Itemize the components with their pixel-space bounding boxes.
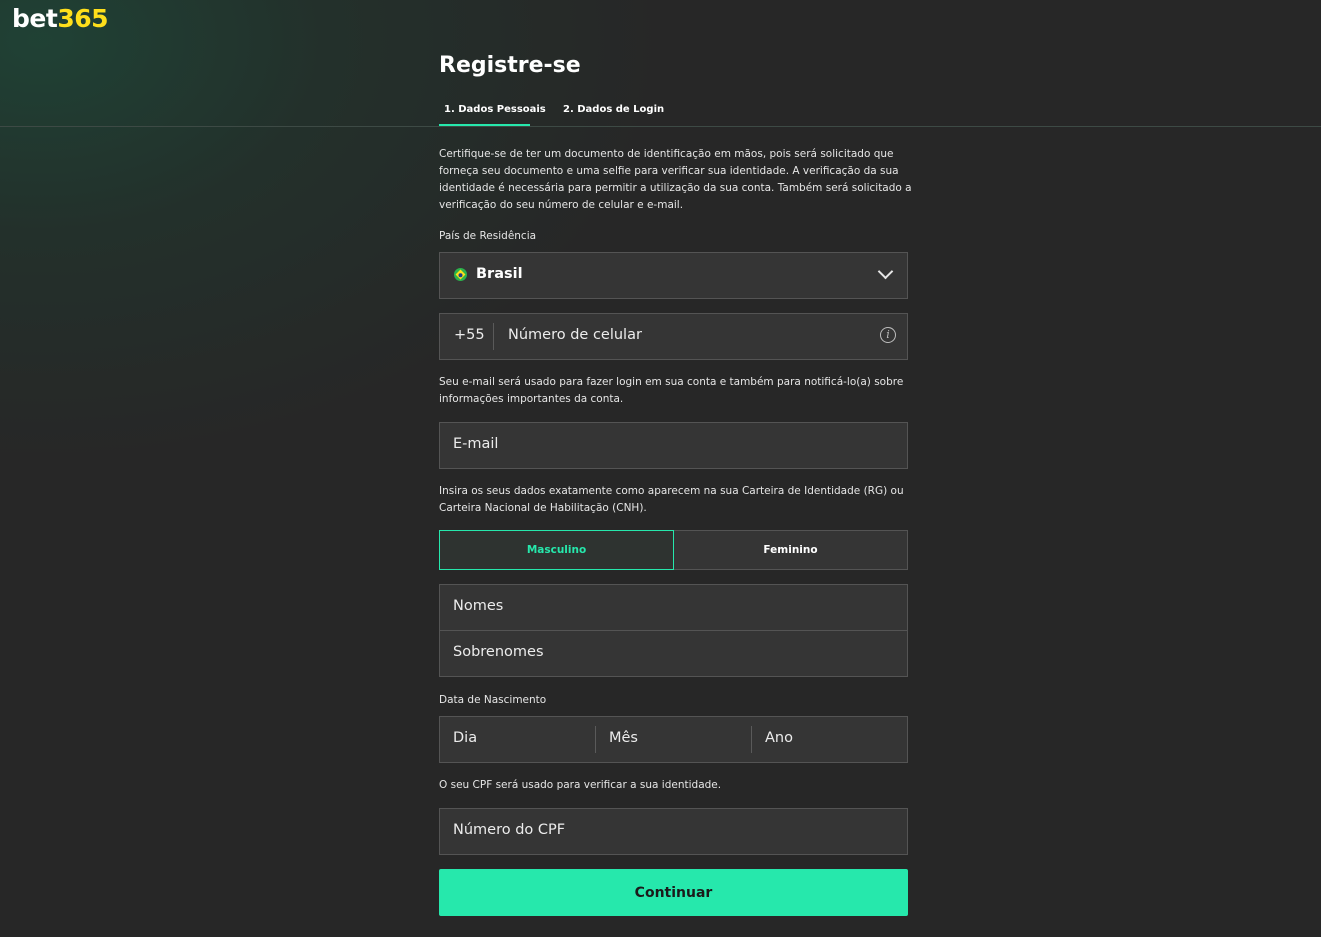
last-names-input[interactable]: Sobrenomes	[453, 644, 544, 660]
cpf-field[interactable]: Número do CPF	[439, 808, 908, 855]
tab-personal-data[interactable]: 1. Dados Pessoais	[444, 104, 546, 115]
dob-month-field[interactable]: Mês	[596, 717, 751, 762]
cpf-input[interactable]: Número do CPF	[453, 822, 565, 838]
email-input[interactable]: E-mail	[453, 436, 498, 452]
first-names-field[interactable]: Nomes	[440, 585, 907, 630]
logo-text-bet: bet	[12, 4, 58, 33]
phone-divider	[493, 323, 494, 350]
bet365-logo[interactable]: bet365	[12, 4, 108, 33]
phone-field[interactable]: +55 Número de celular i	[439, 313, 908, 360]
dob-day-field[interactable]: Dia	[440, 717, 595, 762]
brazil-flag-icon	[454, 268, 467, 281]
email-field[interactable]: E-mail	[439, 422, 908, 469]
tab-login-data[interactable]: 2. Dados de Login	[563, 104, 664, 115]
names-group: Nomes Sobrenomes	[439, 584, 908, 677]
chevron-down-icon	[877, 263, 894, 280]
cpf-note: O seu CPF será usado para verificar a su…	[439, 779, 722, 791]
country-value: Brasil	[476, 266, 523, 282]
phone-prefix[interactable]: +55	[454, 327, 485, 343]
email-note: Seu e-mail será usado para fazer login e…	[439, 376, 904, 405]
dob-month-input[interactable]: Mês	[609, 730, 638, 746]
gender-female-button[interactable]: Feminino	[674, 530, 908, 570]
page-title: Registre-se	[439, 53, 581, 78]
intro-text: Certifique-se de ter um documento de ide…	[439, 148, 912, 211]
country-label: País de Residência	[439, 230, 537, 242]
header-divider	[0, 126, 1321, 127]
continue-button[interactable]: Continuar	[439, 869, 908, 916]
logo-text-365: 365	[57, 4, 108, 33]
dob-year-input[interactable]: Ano	[765, 730, 793, 746]
first-names-input[interactable]: Nomes	[453, 598, 503, 614]
dob-field: Dia Mês Ano	[439, 716, 908, 763]
id-note: Insira os seus dados exatamente como apa…	[439, 485, 904, 514]
last-names-field[interactable]: Sobrenomes	[440, 630, 907, 676]
dob-year-field[interactable]: Ano	[752, 717, 907, 762]
info-icon[interactable]: i	[880, 327, 896, 343]
dob-day-input[interactable]: Dia	[453, 730, 477, 746]
phone-input[interactable]: Número de celular	[508, 327, 642, 343]
gender-male-button[interactable]: Masculino	[439, 530, 674, 570]
dob-label: Data de Nascimento	[439, 694, 547, 706]
country-select[interactable]: Brasil	[439, 252, 908, 299]
gender-selector: Masculino Feminino	[439, 530, 908, 570]
